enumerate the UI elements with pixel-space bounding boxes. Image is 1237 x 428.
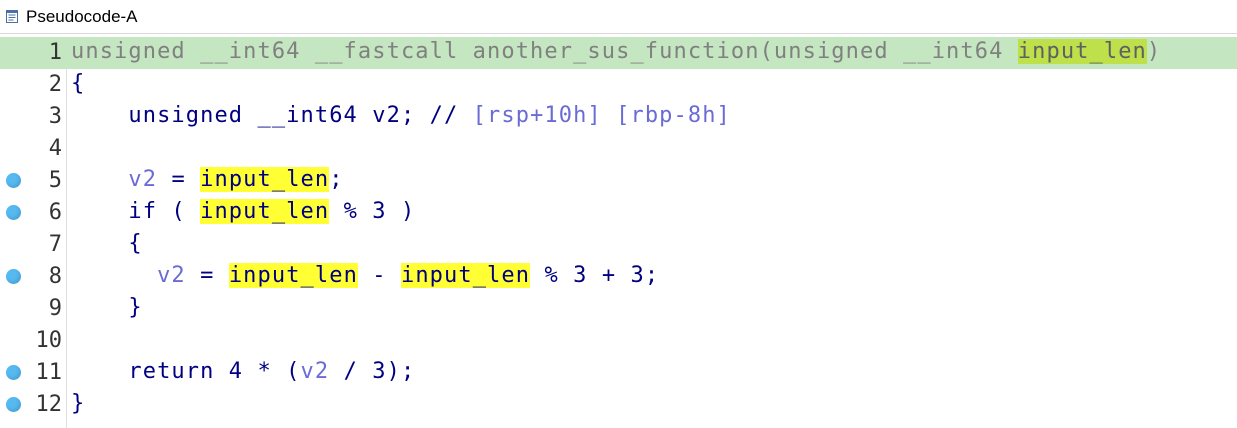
line-number: 1 <box>48 40 62 65</box>
breakpoint-icon[interactable] <box>6 397 21 412</box>
code-text[interactable]: v2 = input_len - input_len % 3 + 3; <box>71 263 659 288</box>
code-token: } <box>71 295 143 320</box>
code-line[interactable]: 4 <box>0 133 1237 165</box>
line-number: 4 <box>48 136 62 161</box>
code-text[interactable]: { <box>71 71 85 96</box>
code-line[interactable]: 1 unsigned __int64 __fastcall another_sus… <box>0 37 1237 69</box>
code-token: unsigned __int64 __fastcall another_sus_… <box>71 39 1018 64</box>
code-line[interactable]: 2{ <box>0 69 1237 101</box>
code-line[interactable]: 6 if ( input_len % 3 ) <box>0 197 1237 229</box>
code-line[interactable]: 7 { <box>0 229 1237 261</box>
tab-pseudocode-a[interactable]: Pseudocode-A <box>0 0 138 33</box>
code-text[interactable]: unsigned __int64 v2; // [rsp+10h] [rbp-8… <box>71 103 731 128</box>
code-token: = <box>185 263 229 288</box>
code-token: { <box>71 231 143 256</box>
code-text[interactable]: } <box>71 391 85 416</box>
line-number: 2 <box>48 72 62 97</box>
code-token: / 3); <box>329 359 416 384</box>
code-token: ) <box>1146 39 1162 64</box>
code-token: if ( <box>71 199 201 224</box>
line-number: 6 <box>48 200 62 225</box>
highlighted-identifier[interactable]: input_len <box>400 263 531 288</box>
code-text[interactable]: { <box>71 231 143 256</box>
code-text[interactable]: if ( input_len % 3 ) <box>71 199 415 224</box>
line-number: 5 <box>48 168 62 193</box>
code-token: - <box>357 263 401 288</box>
code-token: } <box>71 391 86 416</box>
code-line[interactable]: 10 <box>0 325 1237 357</box>
breakpoint-icon[interactable] <box>6 205 21 220</box>
code-text[interactable]: } <box>71 295 143 320</box>
line-number: 7 <box>48 232 62 257</box>
highlighted-identifier[interactable]: input_len <box>228 263 358 288</box>
pseudocode-editor[interactable]: 1 unsigned __int64 __fastcall another_sus… <box>0 37 1237 428</box>
code-token: % 3 ) <box>329 199 416 224</box>
line-number: 11 <box>35 360 63 385</box>
breakpoint-icon[interactable] <box>6 269 21 284</box>
code-token: ; <box>329 167 344 192</box>
code-token: unsigned __int64 v2; // <box>71 103 473 128</box>
tab-bar: Pseudocode-A <box>0 0 1237 34</box>
code-token: v2 <box>128 167 158 192</box>
code-text[interactable]: return 4 * (v2 / 3); <box>71 359 415 384</box>
line-number: 3 <box>48 104 62 129</box>
breakpoint-icon[interactable] <box>6 365 21 380</box>
code-line[interactable]: 8 v2 = input_len - input_len % 3 + 3; <box>0 261 1237 293</box>
line-number: 12 <box>35 392 63 417</box>
highlighted-identifier[interactable]: input_len <box>200 199 330 224</box>
line-number: 9 <box>48 296 62 321</box>
code-line[interactable]: 5 v2 = input_len; <box>0 165 1237 197</box>
code-line[interactable]: 3 unsigned __int64 v2; // [rsp+10h] [rbp… <box>0 101 1237 133</box>
tab-title: Pseudocode-A <box>26 6 138 26</box>
code-token: [rsp+10h] [rbp-8h] <box>472 103 731 128</box>
code-token: % 3 + 3; <box>530 263 660 288</box>
code-text[interactable]: unsigned __int64 __fastcall another_sus_… <box>71 39 1161 64</box>
code-token: { <box>71 71 86 96</box>
code-token: v2 <box>157 263 186 288</box>
code-text[interactable]: v2 = input_len; <box>71 167 344 192</box>
code-token: v2 <box>300 359 330 384</box>
highlighted-identifier[interactable]: input_len <box>1017 39 1147 64</box>
pseudocode-doc-icon <box>6 10 18 23</box>
breakpoint-icon[interactable] <box>6 173 21 188</box>
code-line[interactable]: 9 } <box>0 293 1237 325</box>
code-token: return 4 * ( <box>71 359 301 384</box>
highlighted-identifier[interactable]: input_len <box>200 167 330 192</box>
code-token: = <box>157 167 201 192</box>
line-number: 10 <box>35 328 63 353</box>
line-number: 8 <box>48 264 62 289</box>
code-line[interactable]: 11 return 4 * (v2 / 3); <box>0 357 1237 389</box>
code-line[interactable]: 12} <box>0 389 1237 421</box>
